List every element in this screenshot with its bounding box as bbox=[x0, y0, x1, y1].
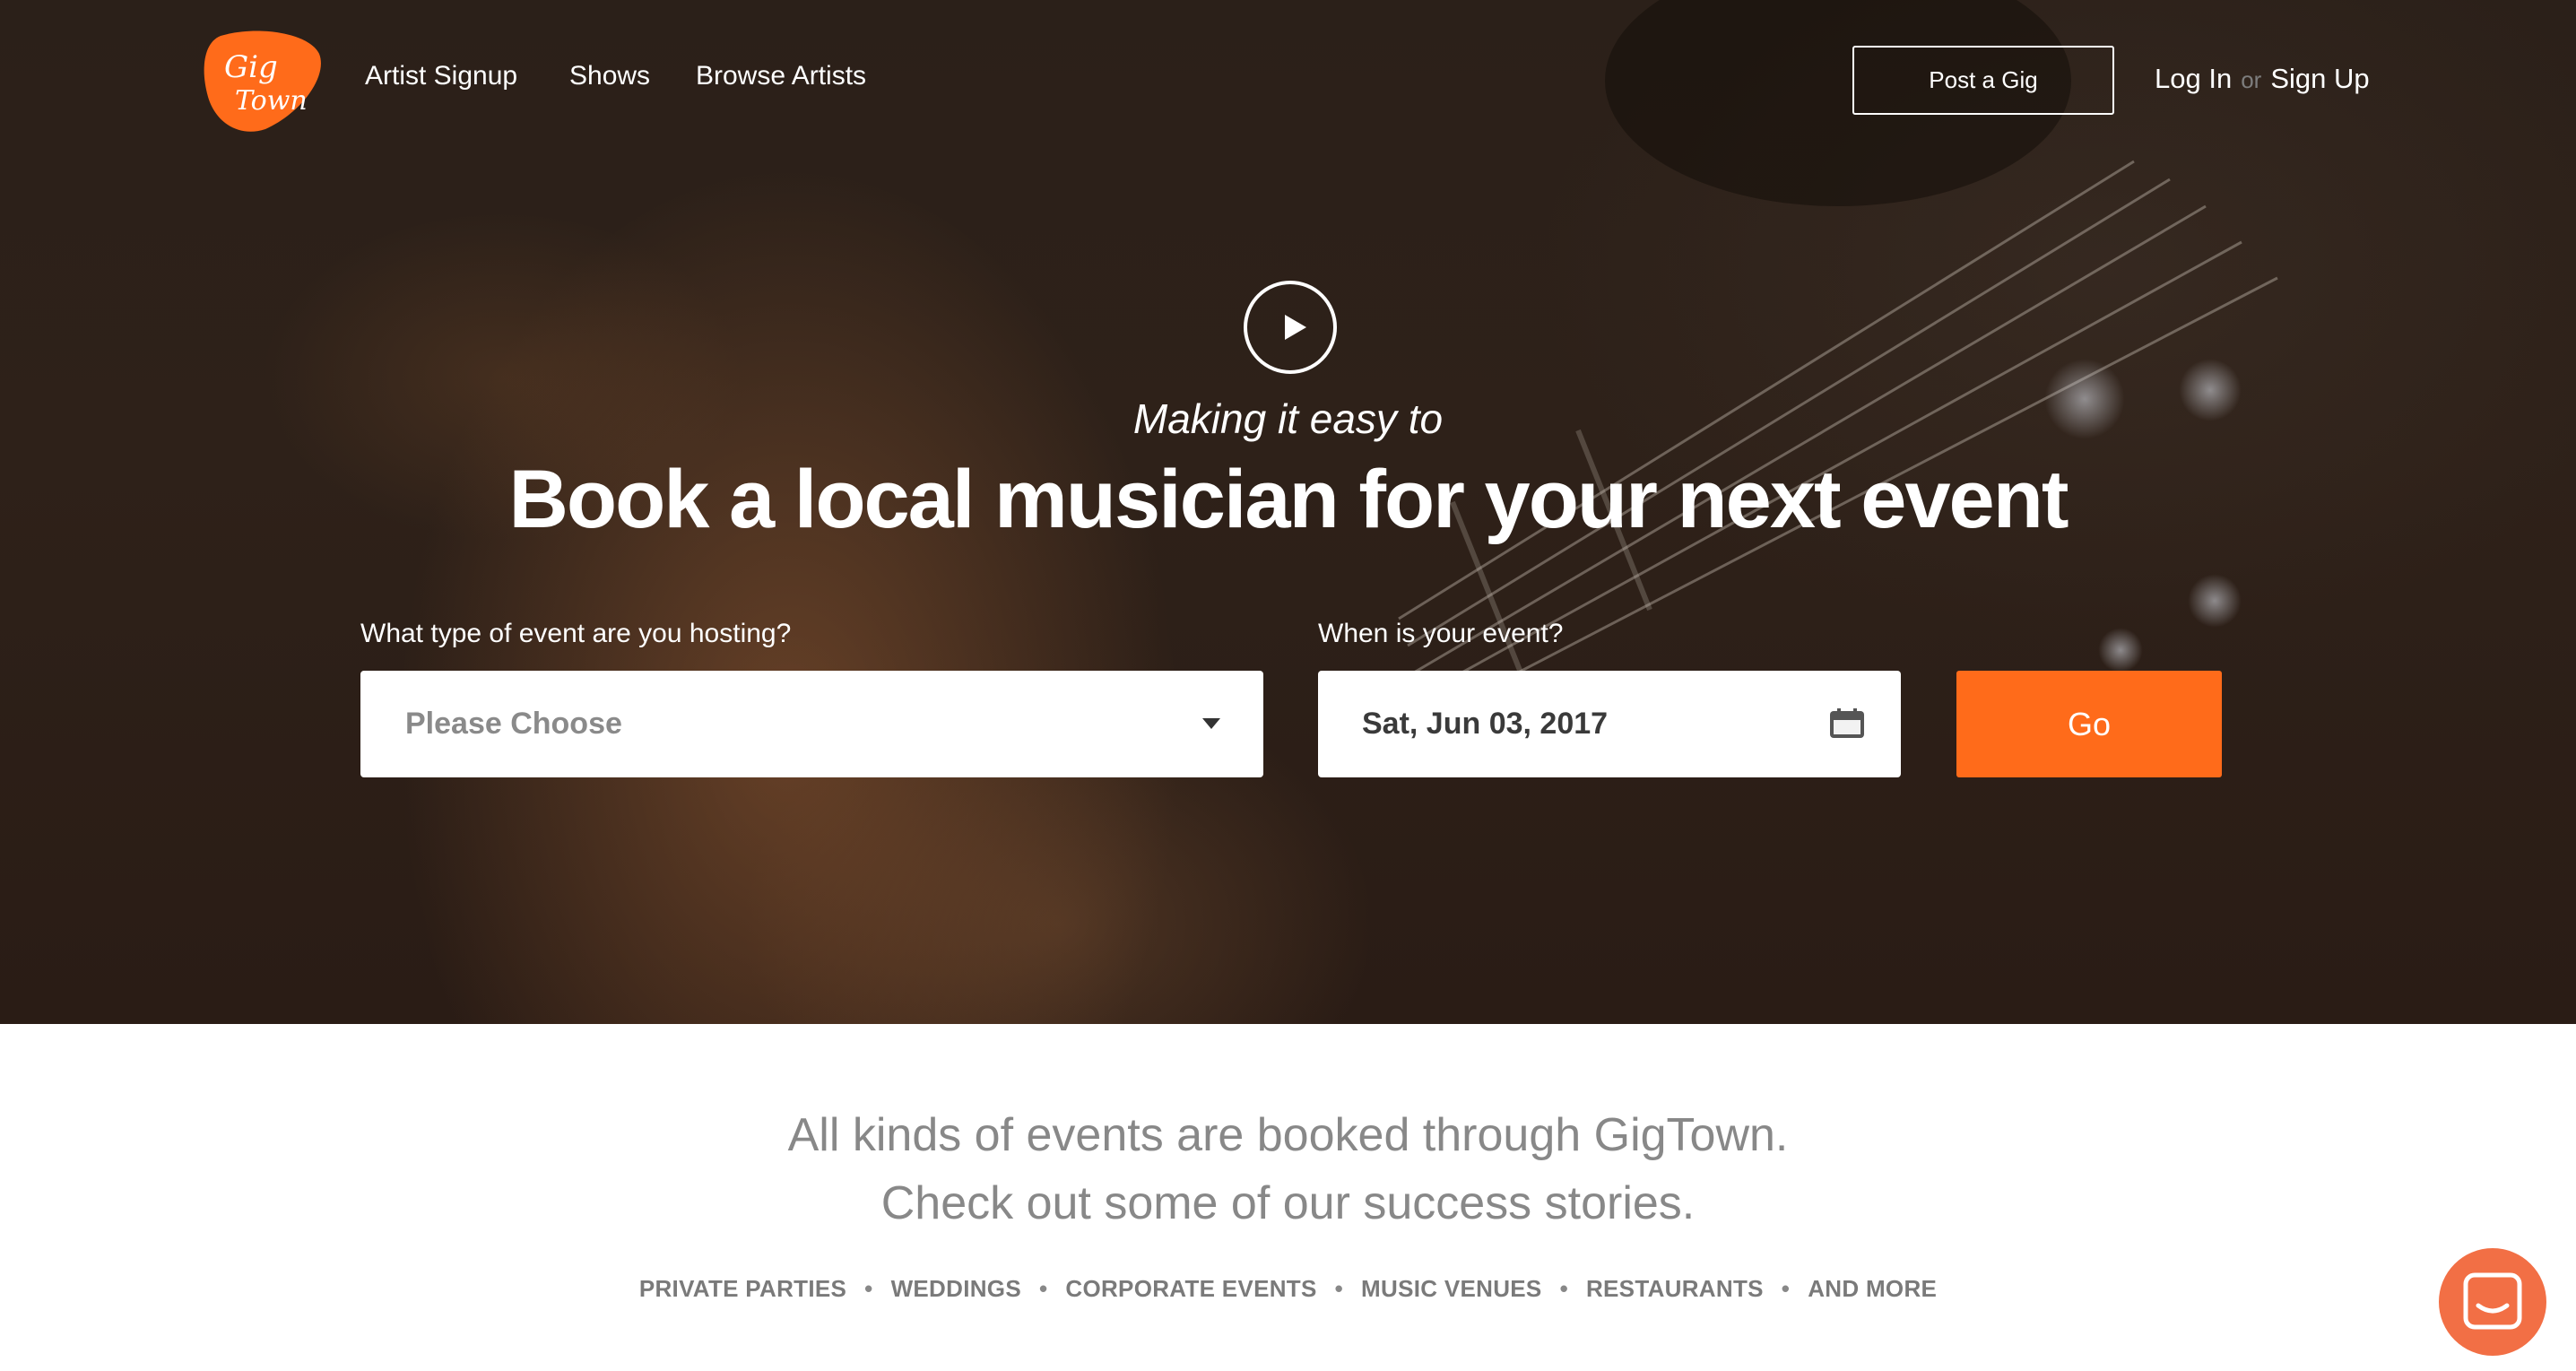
stories-line-1: All kinds of events are booked through G… bbox=[787, 1109, 1789, 1161]
login-link[interactable]: Log In bbox=[2155, 63, 2232, 94]
category-separator: • bbox=[1781, 1275, 1791, 1302]
stories-line-2: Check out some of our success stories. bbox=[880, 1177, 1696, 1229]
category-weddings[interactable]: WEDDINGS bbox=[891, 1275, 1021, 1302]
event-date-input[interactable]: Sat, Jun 03, 2017 bbox=[1318, 671, 1901, 777]
chat-launcher-button[interactable] bbox=[2439, 1248, 2546, 1356]
bokeh-light bbox=[2188, 574, 2242, 628]
category-private-parties[interactable]: PRIVATE PARTIES bbox=[639, 1275, 846, 1302]
auth-links: Log In or Sign Up bbox=[2155, 63, 2370, 95]
hero-headline: Book a local musician for your next even… bbox=[508, 454, 2069, 545]
category-separator: • bbox=[1038, 1275, 1048, 1302]
event-date-value: Sat, Jun 03, 2017 bbox=[1362, 707, 1609, 741]
event-type-value: Please Choose bbox=[405, 707, 622, 741]
event-date-label: When is your event? bbox=[1318, 619, 1564, 648]
category-and-more[interactable]: AND MORE bbox=[1808, 1275, 1937, 1302]
category-music-venues[interactable]: MUSIC VENUES bbox=[1361, 1275, 1542, 1302]
event-type-label: What type of event are you hosting? bbox=[360, 619, 792, 648]
post-a-gig-button[interactable]: Post a Gig bbox=[1852, 46, 2114, 115]
category-corporate-events[interactable]: CORPORATE EVENTS bbox=[1065, 1275, 1316, 1302]
chat-icon bbox=[2463, 1272, 2522, 1330]
nav-artist-signup[interactable]: Artist Signup bbox=[365, 61, 517, 91]
chevron-down-icon bbox=[1202, 718, 1220, 729]
svg-text:Town: Town bbox=[235, 85, 308, 117]
category-separator: • bbox=[864, 1275, 873, 1302]
nav-shows[interactable]: Shows bbox=[569, 61, 650, 91]
hero-section: Gig Town Artist Signup Shows Browse Arti… bbox=[0, 0, 2576, 1024]
category-separator: • bbox=[1334, 1275, 1344, 1302]
event-category-list: PRIVATE PARTIES • WEDDINGS • CORPORATE EVENT… bbox=[0, 1275, 2576, 1303]
hero-subheading: Making it easy to bbox=[1132, 395, 1444, 442]
play-icon[interactable] bbox=[1244, 281, 1337, 374]
nav-browse-artists[interactable]: Browse Artists bbox=[696, 61, 866, 91]
bokeh-light bbox=[2098, 628, 2143, 672]
or-separator: or bbox=[2241, 66, 2262, 93]
go-button[interactable]: Go bbox=[1956, 671, 2222, 777]
gigtown-logo[interactable]: Gig Town bbox=[203, 27, 326, 133]
signup-link[interactable]: Sign Up bbox=[2270, 63, 2369, 94]
category-separator: • bbox=[1559, 1275, 1568, 1302]
calendar-icon[interactable] bbox=[1829, 708, 1865, 739]
event-type-select[interactable]: Please Choose bbox=[360, 671, 1263, 777]
category-restaurants[interactable]: RESTAURANTS bbox=[1586, 1275, 1764, 1302]
svg-text:Gig: Gig bbox=[224, 49, 278, 85]
